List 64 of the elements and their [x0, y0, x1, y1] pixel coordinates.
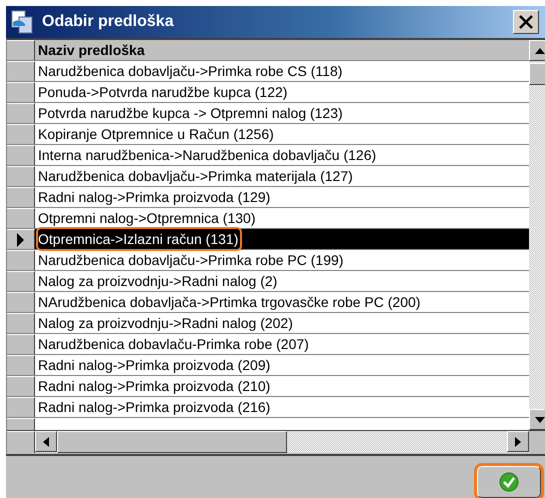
window-title: Odabir predloška	[42, 13, 175, 31]
row-selector[interactable]	[7, 187, 35, 207]
table-row[interactable]: Radni nalog->Primka proizvoda (210)	[7, 376, 529, 397]
table-cell-text: Narudžbenica dobavljaču->Primka robe CS (118)	[38, 62, 344, 81]
table-row[interactable]: Radni nalog->Primka proizvoda (209)	[7, 355, 529, 376]
table-row[interactable]: Narudžbenica dobavljaču->Primka robe PC (199)	[7, 250, 529, 271]
table-cell-text: Nalog za proizvodnju->Radni nalog (2)	[38, 272, 278, 291]
arrow-icon	[535, 416, 545, 422]
close-icon	[519, 15, 533, 29]
close-button[interactable]	[513, 10, 539, 34]
table-cell-text: Radni nalog->Primka proizvoda (129)	[38, 188, 272, 207]
row-selector[interactable]	[7, 229, 35, 249]
row-selector[interactable]	[7, 208, 35, 228]
table-cell-text: NArudžbenica dobavljača->Prtimka trgovasčke robe PC (200)	[38, 293, 422, 312]
row-selector[interactable]	[7, 82, 35, 102]
table-cell-text: Otpremni nalog->Otpremnica (130)	[38, 209, 256, 228]
vertical-scrollbar[interactable]	[529, 40, 545, 430]
table-cell-text: Nalog za proizvodnju->Radni nalog (202)	[38, 314, 294, 333]
row-pointer-icon	[17, 232, 24, 246]
table-row[interactable]: Interna narudžbenica->Narudžbenica dobavljaču (126)	[7, 145, 529, 166]
column-header: Naziv predloška	[35, 40, 529, 60]
table-cell-text: Radni nalog->Primka proizvoda (210)	[38, 377, 272, 396]
table-cell-text: Ponuda->Potvrda narudžbe kupca (122)	[38, 83, 288, 102]
arrow-icon	[515, 436, 521, 446]
table-row[interactable]: Ponuda->Potvrda narudžbe kupca (122)	[7, 82, 529, 103]
table-cell-text: Kopiranje Otpremnice u Račun (1256)	[38, 125, 275, 144]
table-cell-text: Radni nalog->Primka proizvoda (216)	[38, 398, 272, 417]
table-cell: Otpremnica->Izlazni račun (131)	[38, 229, 240, 249]
table-cell-text: Narudžbenica dobavljaču->Primka robe PC (199)	[38, 251, 344, 270]
table-row[interactable]: Kopiranje Otpremnice u Račun (1256)	[7, 124, 529, 145]
row-selector[interactable]	[7, 271, 35, 291]
arrow-icon	[43, 436, 49, 446]
horizontal-scrollbar[interactable]	[7, 430, 545, 453]
row-selector[interactable]	[7, 145, 35, 165]
row-selector[interactable]	[7, 166, 35, 186]
checkmark-icon	[499, 472, 519, 492]
row-selector[interactable]	[7, 313, 35, 333]
table-cell-text: Narudžbenica dobavljaču->Primka materijala (127)	[38, 167, 354, 186]
table-row[interactable]: Potvrda narudžbe kupca -> Otpremni nalog (123)	[7, 103, 529, 124]
table-row[interactable]: Nalog za proizvodnju->Radni nalog (202)	[7, 313, 529, 334]
row-selector[interactable]	[7, 61, 35, 81]
table-row[interactable]: Radni nalog->Primka proizvoda (129)	[7, 187, 529, 208]
table-cell-text: Radni nalog->Primka proizvoda (209)	[38, 356, 272, 375]
row-selector[interactable]	[7, 397, 35, 417]
table-row[interactable]: Narudžbenica dobavljaču->Primka robe CS (118)	[7, 61, 529, 82]
row-selector[interactable]	[7, 124, 35, 144]
row-selector[interactable]	[7, 103, 35, 123]
row-selector[interactable]	[7, 292, 35, 312]
arrow-icon	[535, 48, 545, 54]
table-cell-text: Narudžbenica dobavlaču-Primka robe (207)	[38, 335, 310, 354]
table-row[interactable]: Narudžbenica dobavlaču-Primka robe (207)	[7, 334, 529, 355]
ok-button[interactable]	[477, 466, 541, 498]
table-row[interactable]: Nalog za proizvodnju->Radni nalog (2)	[7, 271, 529, 292]
row-selector[interactable]	[7, 355, 35, 375]
table-cell-text: Interna narudžbenica->Narudžbenica dobavljaču (126)	[38, 146, 378, 165]
table-row[interactable]: Narudžbenica dobavljaču->Primka materijala (127)	[7, 166, 529, 187]
scrollbar-thumb[interactable]	[57, 431, 287, 453]
row-selector[interactable]	[7, 250, 35, 270]
scrollbar-thumb[interactable]	[529, 63, 545, 85]
row-selector[interactable]	[7, 376, 35, 396]
table-cell-text: Potvrda narudžbe kupca -> Otpremni nalog (123)	[38, 104, 344, 123]
row-selector[interactable]	[7, 334, 35, 354]
table-row[interactable]: Radni nalog->Primka proizvoda (216)	[7, 397, 529, 418]
table-row[interactable]: NArudžbenica dobavljača->Prtimka trgovasčke robe PC (200)	[7, 292, 529, 313]
